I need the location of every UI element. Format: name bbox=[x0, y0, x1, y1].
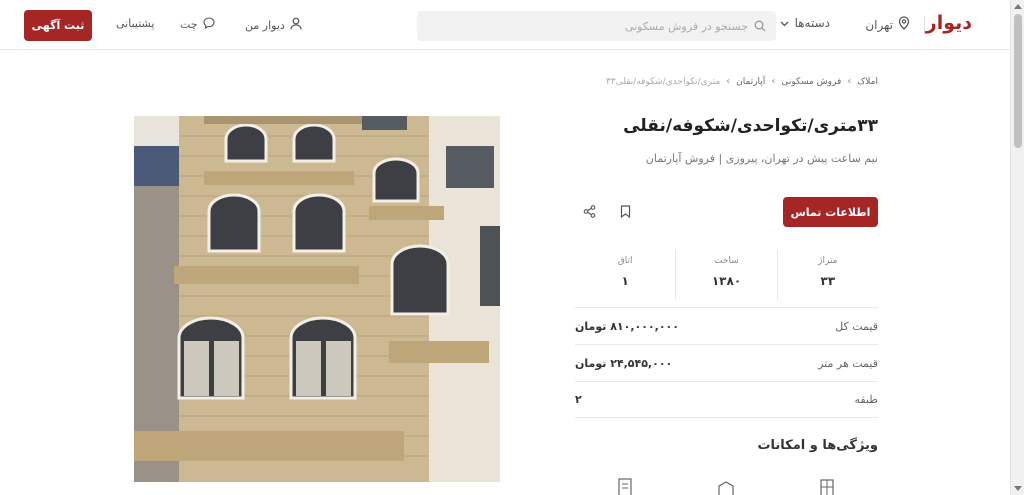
stat-label: ساخت bbox=[714, 256, 739, 266]
my-divar-link[interactable]: دیوار من bbox=[245, 17, 302, 33]
categories-dropdown[interactable]: دسته‌ها bbox=[780, 16, 830, 30]
bookmark-icon[interactable] bbox=[617, 203, 633, 219]
listing-title: ۳۳متری/تکواحدی/شکوفه/نقلی bbox=[623, 116, 878, 136]
categories-label: دسته‌ها bbox=[794, 16, 830, 30]
info-key: طبقه bbox=[854, 393, 878, 406]
breadcrumb-item-realestate[interactable]: املاک bbox=[857, 77, 878, 87]
chevron-left-icon: ‹ bbox=[847, 76, 852, 87]
info-value: ۲ bbox=[575, 393, 582, 406]
info-value: ۲۴,۵۴۵,۰۰۰ تومان bbox=[575, 356, 673, 370]
stat-value: ۳۳ bbox=[820, 274, 836, 288]
share-icon[interactable] bbox=[581, 203, 597, 219]
info-row-total-price: قیمت کل ۸۱۰,۰۰۰,۰۰۰ تومان bbox=[575, 307, 878, 344]
building-icon bbox=[818, 478, 836, 495]
stat-value: ۱ bbox=[621, 274, 629, 288]
info-value: ۸۱۰,۰۰۰,۰۰۰ تومان bbox=[575, 319, 679, 333]
chat-link[interactable]: چت bbox=[180, 17, 215, 32]
search-input[interactable] bbox=[448, 19, 748, 33]
chevron-left-icon: ‹ bbox=[726, 76, 731, 87]
contact-info-button[interactable]: اطلاعات تماس bbox=[783, 197, 878, 227]
city-label: تهران bbox=[865, 17, 893, 32]
storage-icon bbox=[717, 478, 735, 495]
features-heading: ویژگی‌ها و امکانات bbox=[757, 438, 878, 453]
page: دیوار تهران دسته‌ها دیوار من bbox=[0, 0, 1024, 495]
key-stats: متراژ ۳۳ ساخت ۱۳۸۰ اتاق ۱ bbox=[575, 250, 878, 300]
search-bar[interactable] bbox=[417, 11, 776, 41]
top-header: دیوار تهران دسته‌ها دیوار من bbox=[0, 0, 1010, 50]
info-row-floor: طبقه ۲ bbox=[575, 381, 878, 418]
divar-logo[interactable]: دیوار bbox=[926, 12, 972, 34]
listing-subtitle: نیم ساعت پیش در تهران، پیروزی | فروش آپا… bbox=[645, 152, 878, 165]
stat-label: اتاق bbox=[617, 256, 633, 266]
stat-year-built: ساخت ۱۳۸۰ bbox=[676, 250, 778, 300]
info-row-price-per-meter: قیمت هر متر ۲۴,۵۴۵,۰۰۰ تومان bbox=[575, 344, 878, 381]
stat-label: متراژ bbox=[818, 256, 838, 266]
support-label: پشتیبانی bbox=[116, 17, 155, 30]
elevator-icon bbox=[616, 478, 634, 495]
chevron-down-icon bbox=[780, 16, 789, 30]
user-icon bbox=[290, 17, 302, 33]
support-link[interactable]: پشتیبانی bbox=[116, 17, 154, 30]
header-divider bbox=[924, 16, 925, 34]
info-key: قیمت کل bbox=[835, 319, 878, 333]
breadcrumb: املاک ‹ فروش مسکونی ‹ آپارتمان ‹ ۳۳متری/… bbox=[606, 76, 878, 87]
scroll-down-icon[interactable] bbox=[1014, 486, 1022, 491]
listing-photo[interactable] bbox=[134, 116, 500, 482]
chat-label: چت bbox=[180, 18, 198, 31]
breadcrumb-item-current: ۳۳متری/تکواحدی/شکوفه/نقلی bbox=[606, 76, 721, 87]
stat-area: متراژ ۳۳ bbox=[778, 250, 878, 300]
scroll-thumb[interactable] bbox=[1014, 14, 1022, 148]
my-divar-label: دیوار من bbox=[245, 18, 285, 32]
search-icon bbox=[754, 17, 766, 36]
city-selector[interactable]: تهران bbox=[865, 16, 910, 33]
breadcrumb-item-apartment[interactable]: آپارتمان bbox=[736, 77, 765, 87]
scroll-up-icon[interactable] bbox=[1014, 4, 1022, 9]
stat-value: ۱۳۸۰ bbox=[711, 274, 742, 288]
page-scrollbar[interactable] bbox=[1010, 0, 1024, 495]
stat-rooms: اتاق ۱ bbox=[575, 250, 677, 300]
info-key: قیمت هر متر bbox=[818, 356, 878, 370]
breadcrumb-item-residential-sale[interactable]: فروش مسکونی bbox=[781, 77, 841, 87]
location-pin-icon bbox=[898, 16, 910, 33]
chat-bubble-icon bbox=[203, 17, 215, 32]
post-ad-button[interactable]: ثبت آگهی bbox=[24, 10, 92, 41]
chevron-left-icon: ‹ bbox=[771, 76, 776, 87]
